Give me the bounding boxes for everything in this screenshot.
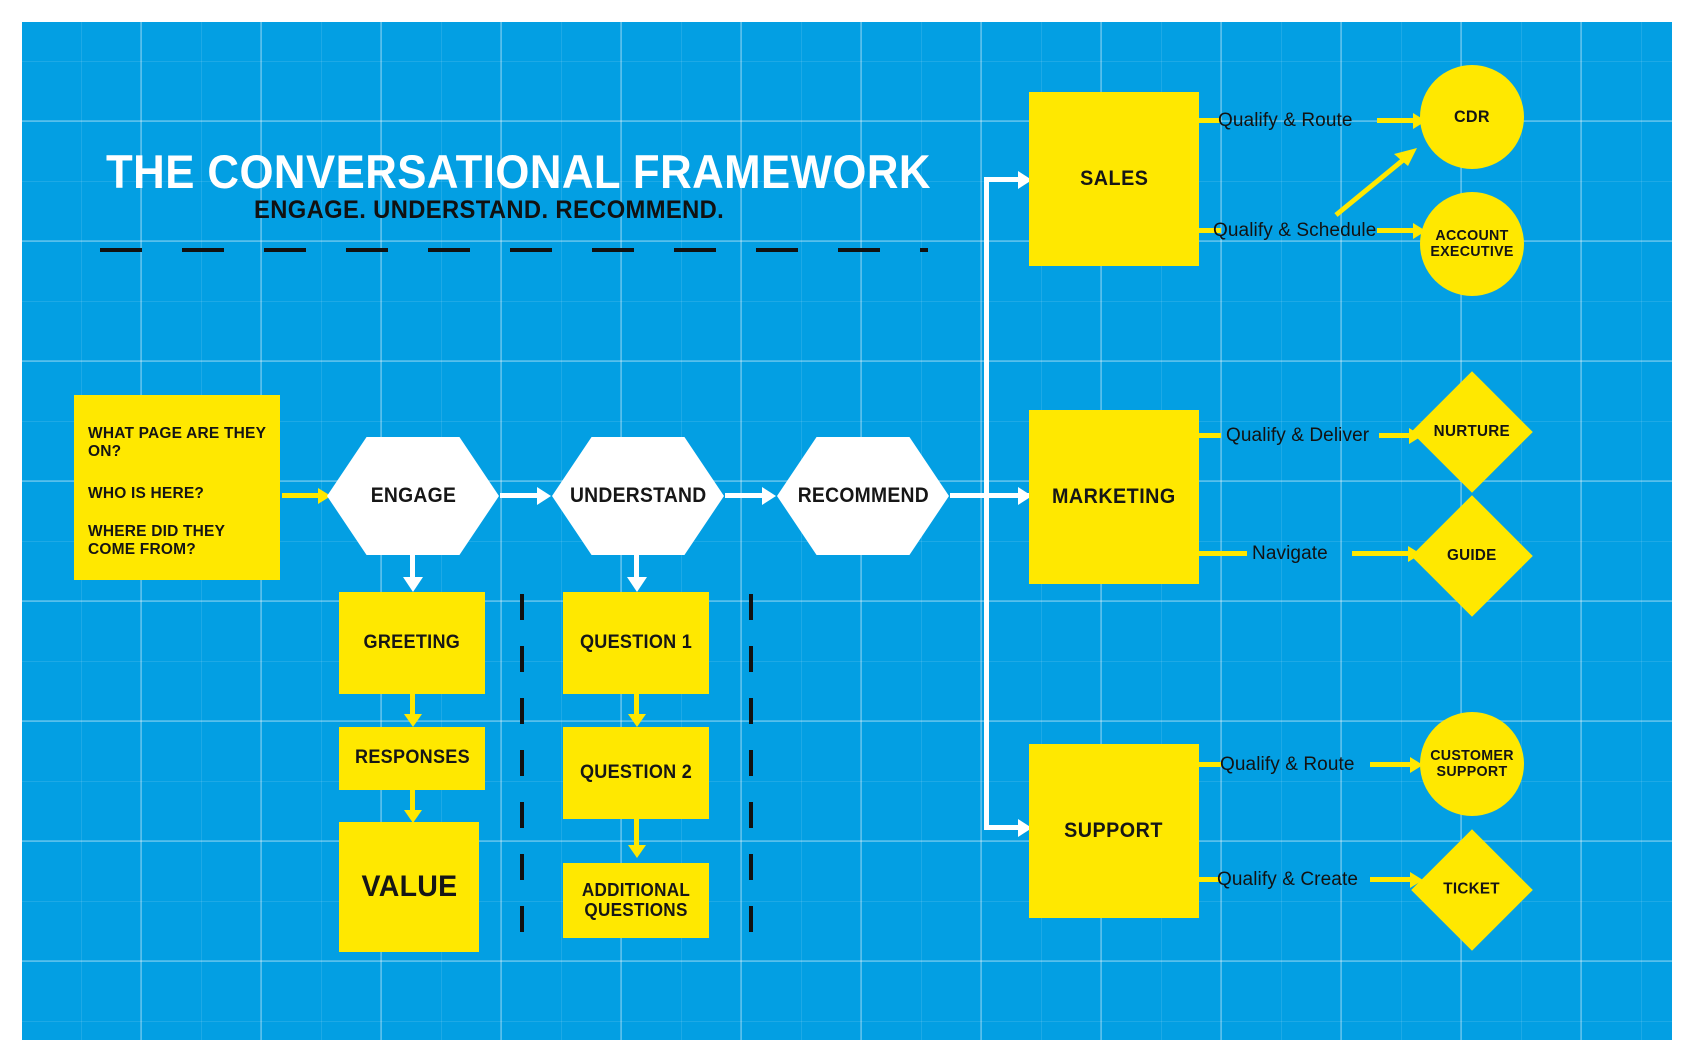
connector-greeting-responses <box>410 694 415 716</box>
stage-engage-label: ENGAGE <box>370 484 456 507</box>
edge-line-marketing-navigate <box>1352 551 1410 556</box>
channel-sales-label: SALES <box>1079 167 1149 190</box>
node-additional-questions-label: ADDITIONAL QUESTIONS <box>581 880 691 920</box>
outcome-customer-support: CUSTOMER SUPPORT <box>1420 712 1524 816</box>
channel-sales: SALES <box>1029 92 1199 266</box>
trunk-vertical-up <box>984 177 989 499</box>
arrowhead-engage-understand <box>537 487 551 505</box>
edge-label-marketing-navigate: Navigate <box>1252 543 1328 564</box>
edge-stub-support-route <box>1199 762 1221 767</box>
column-separator-left <box>520 594 524 944</box>
title-divider-dashed <box>100 248 928 252</box>
stage-understand-label: UNDERSTAND <box>569 484 707 507</box>
column-separator-right <box>749 594 753 944</box>
diagonal-arrow-to-cdr <box>1334 148 1417 217</box>
outcome-ticket: TICKET <box>1411 829 1533 951</box>
edge-line-sales-route <box>1377 118 1415 123</box>
node-question-2-label: QUESTION 2 <box>579 761 693 783</box>
channel-marketing-label: MARKETING <box>1052 485 1176 508</box>
edge-stub-marketing-deliver <box>1199 433 1221 438</box>
connector-engage-greeting <box>410 555 415 579</box>
connector-trunk-sales <box>984 177 1020 182</box>
node-question-2: QUESTION 2 <box>563 727 709 819</box>
infographic-canvas: THE CONVERSATIONAL FRAMEWORK ENGAGE. UND… <box>0 0 1690 1060</box>
channel-support: SUPPORT <box>1029 744 1199 918</box>
node-responses-label: RESPONSES <box>354 747 470 769</box>
connector-responses-value <box>410 790 415 812</box>
connector-trunk-marketing <box>984 493 1020 498</box>
channel-marketing: MARKETING <box>1029 410 1199 584</box>
edge-label-support-qualify-route: Qualify & Route <box>1220 754 1355 775</box>
outcome-nurture-label: NURTURE <box>1433 422 1511 440</box>
node-greeting: GREETING <box>339 592 485 694</box>
arrowhead-understand-question1 <box>626 577 647 592</box>
connector-understand-recommend <box>725 493 763 498</box>
edge-label-sales-qualify-schedule: Qualify & Schedule <box>1213 220 1377 241</box>
outcome-cdr: CDR <box>1420 65 1524 169</box>
outcome-ticket-label: TICKET <box>1443 880 1501 898</box>
arrowhead-understand-recommend <box>762 487 776 505</box>
edge-label-support-qualify-create: Qualify & Create <box>1217 869 1358 890</box>
outcome-guide: GUIDE <box>1411 495 1533 617</box>
arrowhead-question2-additional <box>627 845 646 858</box>
connector-question2-additional <box>634 819 639 847</box>
edge-line-sales-schedule <box>1377 228 1415 233</box>
stage-engage: ENGAGE <box>327 437 499 555</box>
node-greeting-label: GREETING <box>363 631 461 653</box>
stage-recommend: RECOMMEND <box>777 437 949 555</box>
outcome-customer-support-label: CUSTOMER SUPPORT <box>1430 747 1514 780</box>
edge-label-marketing-qualify-deliver: Qualify & Deliver <box>1226 425 1370 446</box>
edge-line-marketing-deliver <box>1379 433 1411 438</box>
arrowhead-greeting-responses <box>403 714 422 727</box>
node-question-1-label: QUESTION 1 <box>579 631 693 653</box>
edge-stub-marketing-navigate <box>1199 551 1247 556</box>
node-value: VALUE <box>339 822 479 952</box>
intake-question-3: WHERE DID THEY COME FROM? <box>88 523 225 558</box>
connector-trunk-support <box>984 825 1020 830</box>
blueprint-grid-background: THE CONVERSATIONAL FRAMEWORK ENGAGE. UND… <box>22 22 1672 1040</box>
stage-recommend-label: RECOMMEND <box>797 484 929 507</box>
outcome-account-executive-label: ACCOUNT EXECUTIVE <box>1430 227 1514 260</box>
intake-question-1: WHAT PAGE ARE THEY ON? <box>88 425 266 460</box>
node-additional-questions: ADDITIONAL QUESTIONS <box>563 863 709 938</box>
channel-support-label: SUPPORT <box>1064 819 1164 842</box>
connector-intake-engage <box>282 493 320 498</box>
intake-question-2: WHO IS HERE? <box>88 485 205 502</box>
page-subtitle: ENGAGE. UNDERSTAND. RECOMMEND. <box>254 196 725 224</box>
intake-questions-card: WHAT PAGE ARE THEY ON? WHO IS HERE? WHER… <box>74 395 280 580</box>
edge-label-sales-qualify-route: Qualify & Route <box>1218 110 1353 131</box>
node-value-label: VALUE <box>361 869 457 903</box>
connector-question1-question2 <box>634 694 639 716</box>
connector-engage-understand <box>500 493 538 498</box>
edge-line-support-create <box>1370 877 1412 882</box>
arrowhead-question1-question2 <box>627 714 646 727</box>
node-responses: RESPONSES <box>339 727 485 790</box>
outcome-guide-label: GUIDE <box>1447 546 1497 564</box>
arrowhead-engage-greeting <box>402 577 423 592</box>
stage-understand: UNDERSTAND <box>552 437 724 555</box>
outcome-cdr-label: CDR <box>1454 107 1490 127</box>
outcome-account-executive: ACCOUNT EXECUTIVE <box>1420 192 1524 296</box>
page-title: THE CONVERSATIONAL FRAMEWORK <box>106 145 931 198</box>
node-question-1: QUESTION 1 <box>563 592 709 694</box>
trunk-vertical-down <box>984 493 989 830</box>
edge-line-support-route <box>1370 762 1412 767</box>
outcome-nurture: NURTURE <box>1411 371 1533 493</box>
connector-understand-question1 <box>634 555 639 579</box>
